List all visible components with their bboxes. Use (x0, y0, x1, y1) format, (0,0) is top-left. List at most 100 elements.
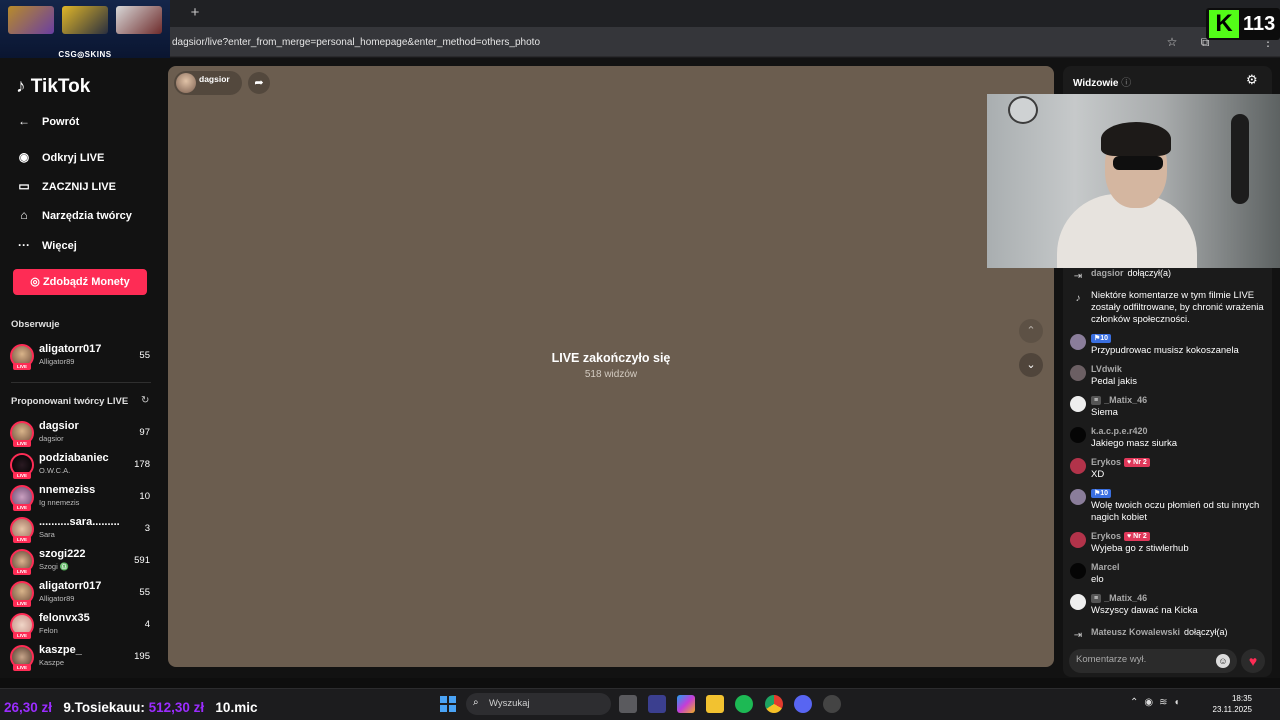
gear-icon[interactable]: ⚙ (1246, 72, 1262, 88)
chat-username[interactable]: k.a.c.p.e.r420 (1091, 426, 1148, 436)
system-tray[interactable]: ⌃◉≋◖ (1130, 697, 1186, 708)
file-explorer-icon[interactable] (706, 695, 724, 713)
chat-username[interactable]: dagsior (1091, 268, 1124, 278)
nav-creator-tools[interactable]: ⌂ Narzędzia twórcy (14, 208, 132, 230)
live-player[interactable] (168, 66, 1054, 667)
next-live-chevron-down-icon[interactable]: ⌄ (1019, 353, 1043, 377)
chat-username[interactable]: Erykos (1091, 531, 1121, 541)
back-arrow-icon: ← (18, 114, 30, 128)
avatar[interactable] (1070, 396, 1086, 412)
system-clock[interactable]: 18:35 23.11.2025 (1212, 693, 1252, 715)
level-number: 10 (1100, 490, 1109, 497)
chat-user[interactable]: Erykos ♥ Nr 2 (1091, 457, 1150, 467)
kick-viewer-count: 113 (1243, 13, 1276, 35)
join-icon: ⇥ (1073, 271, 1083, 282)
nav-start-live[interactable]: ▭ ZACZNIJ LIVE (14, 179, 116, 201)
host-avatar[interactable] (176, 73, 196, 93)
nav-back[interactable]: ← Powrót (14, 114, 79, 136)
ticker-text: 26,30 zł 9.Tosiekauu: 512,30 zł 10.mic (4, 700, 257, 715)
bookmark-star-icon[interactable]: ☆ (1164, 34, 1180, 50)
viewer-count: 55 (139, 587, 150, 598)
creator-item[interactable]: LIVE nnemeziss Ig nnemezis 10 (10, 484, 152, 512)
refresh-icon[interactable]: ↻ (141, 395, 149, 406)
mic-icon[interactable]: ◉ (1144, 697, 1159, 708)
tiktok-logo[interactable]: ♪ TikTok (16, 76, 90, 98)
chrome-icon[interactable] (765, 695, 783, 713)
address-bar[interactable]: dagsior/live?enter_from_merge=personal_h… (0, 27, 1280, 57)
comment-input[interactable] (1076, 654, 1216, 665)
creator-item[interactable]: LIVE kaszpe_ Kaszpe 195 (10, 644, 152, 672)
avatar[interactable] (1070, 427, 1086, 443)
chat-user[interactable]: ≡ _Matix_46 (1091, 593, 1147, 603)
wifi-icon[interactable]: ≋ (1159, 697, 1173, 708)
fan-level: Nr 2 (1133, 459, 1147, 466)
chat-join-message: ⇥ Mateusz Kowalewski dołączył(a) (1069, 627, 1269, 641)
avatar[interactable] (1070, 594, 1086, 610)
spotify-icon[interactable] (735, 695, 753, 713)
creator-item[interactable]: LIVE dagsior dagsior 97 (10, 420, 152, 448)
creator-item[interactable]: LIVE ..........sara......... Sara 3 (10, 516, 152, 544)
chat-username[interactable]: Mateusz Kowalewski (1091, 627, 1180, 637)
chat-username[interactable]: Erykos (1091, 457, 1121, 467)
chat-text: XD (1091, 469, 1105, 480)
creator-item[interactable]: LIVE podziabaniec O.W.C.A. 178 (10, 452, 152, 480)
chat-message: Marcel elo (1069, 562, 1269, 588)
like-heart-icon[interactable]: ♥ (1241, 649, 1265, 673)
nav-more[interactable]: ··· Więcej (14, 238, 77, 260)
chat-username[interactable]: _Matix_46 (1104, 395, 1147, 405)
chat-user[interactable]: ⚑10 (1091, 333, 1112, 343)
avatar[interactable] (1070, 489, 1086, 505)
live-badge: LIVE (13, 664, 31, 671)
creator-nickname: dagsior (39, 434, 64, 443)
chat-user[interactable]: ⚑10 (1091, 488, 1112, 498)
chat-message: Erykos ♥ Nr 2 Wyjeba go z stiwlerhub (1069, 531, 1269, 557)
share-icon[interactable]: ➦ (248, 72, 270, 94)
volume-icon[interactable]: ◖ (1174, 697, 1186, 708)
creator-nickname: Szogi ♎ (39, 562, 70, 571)
copilot-icon[interactable] (677, 695, 695, 713)
viewers-tab[interactable]: Widzowie ⓘ (1073, 74, 1131, 89)
discord-icon[interactable] (794, 695, 812, 713)
chat-username[interactable]: LVdwik (1091, 364, 1122, 374)
nav-explore-live[interactable]: ◉ Odkryj LIVE (14, 150, 105, 172)
avatar[interactable] (1070, 365, 1086, 381)
live-ended-title: LIVE zakończyło się (551, 351, 671, 365)
avatar[interactable] (1070, 532, 1086, 548)
get-coins-button[interactable]: ◎ Zdobądź Monety (13, 269, 147, 295)
moderator-badge-icon: ≡ (1091, 594, 1102, 603)
chat-username[interactable]: Marcel (1091, 562, 1120, 572)
avatar[interactable] (1070, 563, 1086, 579)
avatar[interactable] (1070, 334, 1086, 350)
chat-user[interactable]: Erykos ♥ Nr 2 (1091, 531, 1150, 541)
windows-start-icon[interactable] (440, 696, 456, 712)
store-icon[interactable] (648, 695, 666, 713)
url-text[interactable]: dagsior/live?enter_from_merge=personal_h… (172, 37, 540, 48)
previous-live-chevron-up-icon[interactable]: ⌃ (1019, 319, 1043, 343)
creator-item[interactable]: LIVE szogi222 Szogi ♎ 591 (10, 548, 152, 576)
skin-thumbnail (8, 6, 54, 34)
live-badge: LIVE (13, 568, 31, 575)
creator-nickname: Alligator89 (39, 594, 75, 603)
creator-item[interactable]: LIVE aligatorr017 Alligator89 55 (10, 343, 152, 371)
creator-name: ..........sara......... (39, 516, 120, 528)
app-icon[interactable] (823, 695, 841, 713)
tiktok-logo-text: TikTok (30, 76, 91, 97)
following-header: Obserwuje (11, 319, 60, 330)
new-tab-button[interactable]: + (188, 5, 202, 21)
ticker-amount: 26,30 zł (4, 700, 53, 715)
comment-box[interactable]: ☺ (1069, 649, 1237, 673)
avatar[interactable] (1070, 458, 1086, 474)
csgoskins-overlay-ad: CSG◎SKINS (0, 0, 170, 62)
chevron-up-icon[interactable]: ⌃ (1130, 697, 1144, 708)
chat-username[interactable]: _Matix_46 (1104, 593, 1147, 603)
host-name[interactable]: dagsior (199, 74, 230, 84)
viewer-count: 3 (144, 523, 150, 534)
coin-icon: ◎ (30, 276, 40, 288)
task-view-icon[interactable] (619, 695, 637, 713)
creator-item[interactable]: LIVE aligatorr017 Alligator89 55 (10, 580, 152, 608)
creator-item[interactable]: LIVE felonvx35 Felon 4 (10, 612, 152, 640)
chat-user[interactable]: ≡ _Matix_46 (1091, 395, 1147, 405)
taskbar-search[interactable]: ⌕ Wyszukaj (466, 693, 611, 715)
emoji-icon[interactable]: ☺ (1216, 654, 1230, 668)
chat-message: k.a.c.p.e.r420 Jakiego masz siurka (1069, 426, 1269, 452)
